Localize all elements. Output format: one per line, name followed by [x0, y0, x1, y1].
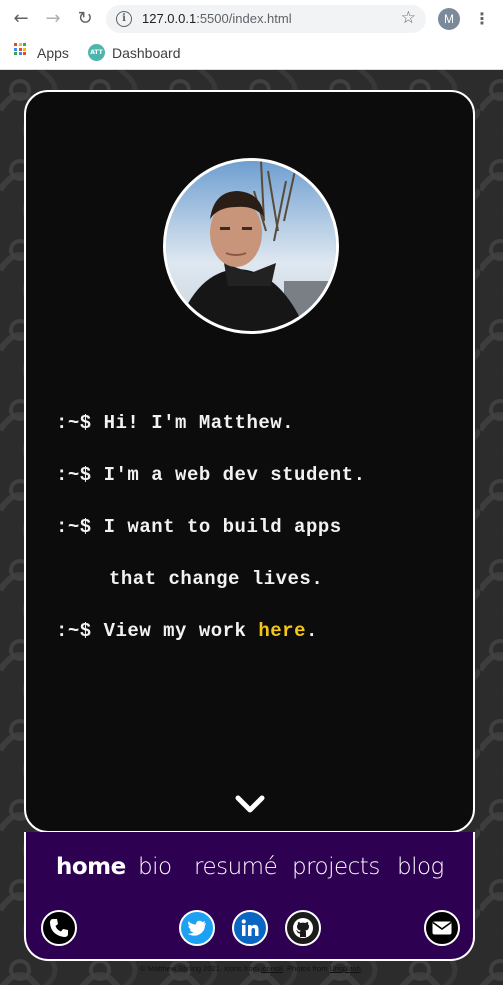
bookmark-dashboard[interactable]: Dashboard — [112, 43, 181, 63]
page-background: :~$ Hi! I'm Matthew. :~$ I'm a web dev s… — [0, 70, 503, 985]
phone-icon[interactable] — [41, 910, 77, 946]
nav-projects[interactable]: projects — [292, 854, 380, 880]
back-icon[interactable]: ← — [10, 8, 32, 30]
address-bar[interactable]: i 127.0.0.1:5500/index.html ☆ — [106, 5, 426, 33]
info-icon[interactable]: i — [116, 11, 132, 27]
nav-bio[interactable]: bio — [138, 854, 172, 880]
main-nav: home bio resumé projects blog — [26, 854, 477, 890]
linkedin-icon[interactable] — [232, 910, 268, 946]
icons8-link[interactable]: icons8 — [261, 964, 283, 973]
bookmark-apps[interactable]: Apps — [37, 43, 69, 63]
terminal-line: :~$ Hi! I'm Matthew. — [56, 412, 295, 434]
intro-card: :~$ Hi! I'm Matthew. :~$ I'm a web dev s… — [24, 90, 475, 833]
url-text[interactable]: 127.0.0.1:5500/index.html — [142, 11, 292, 26]
bookmark-star-icon[interactable]: ☆ — [401, 8, 416, 28]
terminal-line: :~$ I want to build apps — [56, 516, 342, 538]
browser-chrome: ← → ↻ i 127.0.0.1:5500/index.html ☆ M ⋮ … — [0, 0, 503, 70]
terminal-line: :~$ View my work here. — [56, 620, 318, 642]
profile-avatar[interactable]: M — [438, 8, 460, 30]
browser-toolbar: ← → ↻ i 127.0.0.1:5500/index.html ☆ M ⋮ — [0, 0, 503, 38]
view-work-link[interactable]: here — [258, 620, 306, 642]
nav-home[interactable]: home — [56, 854, 126, 880]
terminal-line: that change lives. — [109, 568, 324, 590]
terminal-prompt: :~$ — [56, 412, 92, 434]
nav-resume[interactable]: resumé — [194, 854, 278, 880]
unsplash-link[interactable]: Unsplash — [330, 964, 361, 973]
copyright-text: © Matthew Stirling 2021. Icons from icon… — [140, 964, 363, 973]
site-footer: home bio resumé projects blog — [24, 832, 475, 961]
forward-icon[interactable]: → — [42, 8, 64, 30]
terminal-prompt: :~$ — [56, 464, 92, 486]
mail-icon[interactable] — [424, 910, 460, 946]
twitter-icon[interactable] — [179, 910, 215, 946]
nav-blog[interactable]: blog — [397, 854, 444, 880]
reload-icon[interactable]: ↻ — [74, 8, 96, 30]
chevron-down-icon[interactable] — [233, 792, 267, 816]
terminal-prompt: :~$ — [56, 516, 92, 538]
terminal-line: :~$ I'm a web dev student. — [56, 464, 366, 486]
apps-grid-icon[interactable] — [14, 43, 26, 55]
dashboard-icon[interactable]: ATT — [88, 44, 105, 61]
terminal-prompt: :~$ — [56, 620, 92, 642]
profile-photo — [163, 158, 339, 334]
github-icon[interactable] — [285, 910, 321, 946]
browser-menu-icon[interactable]: ⋮ — [474, 8, 490, 30]
bookmarks-bar: Apps ATT Dashboard — [0, 38, 503, 68]
